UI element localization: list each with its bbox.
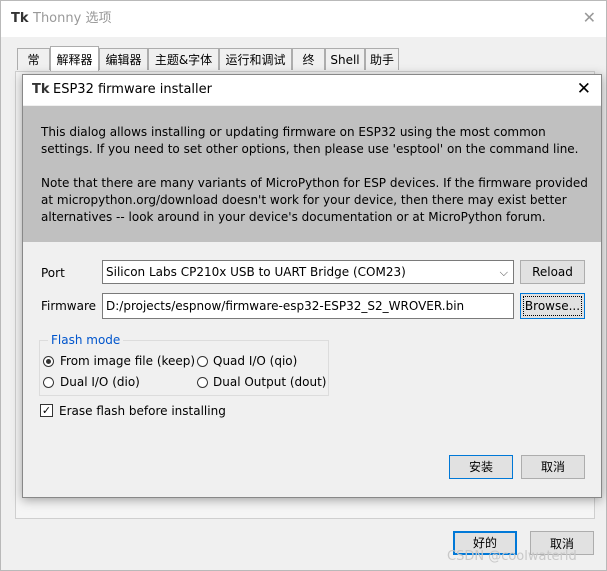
dialog-cancel-button[interactable]: 取消 bbox=[521, 455, 585, 479]
reload-button[interactable]: Reload bbox=[520, 260, 585, 284]
flash-mode-legend: Flash mode bbox=[48, 332, 124, 348]
radio-keep[interactable] bbox=[43, 356, 54, 367]
tab-general[interactable]: 常规 bbox=[17, 48, 50, 89]
port-select-value: Silicon Labs CP210x USB to UART Bridge (… bbox=[106, 265, 406, 279]
dialog-title: ESP32 firmware installer bbox=[53, 82, 212, 97]
radio-keep-label[interactable]: From image file (keep) bbox=[60, 353, 195, 369]
dialog-logo-icon: Tk bbox=[32, 82, 50, 97]
browse-button[interactable]: Browse... bbox=[520, 293, 585, 319]
outer-window-title: Thonny 选项 bbox=[33, 11, 112, 26]
tab-assistant[interactable]: 助手 bbox=[365, 48, 399, 70]
info-paragraph-1: This dialog allows installing or updatin… bbox=[41, 125, 579, 156]
erase-flash-label[interactable]: Erase flash before installing bbox=[59, 403, 226, 419]
radio-qio-label[interactable]: Quad I/O (qio) bbox=[213, 353, 297, 369]
tab-interpreter[interactable]: 解释器 bbox=[50, 46, 99, 72]
radio-dout-label[interactable]: Dual Output (dout) bbox=[213, 374, 326, 390]
firmware-path-input[interactable]: D:/projects/espnow/firmware-esp32-ESP32_… bbox=[102, 293, 514, 319]
thonny-logo-icon: Tk bbox=[11, 11, 29, 26]
info-panel: This dialog allows installing or updatin… bbox=[23, 106, 601, 242]
tab-shell[interactable]: Shell bbox=[325, 48, 365, 70]
outer-close-icon[interactable]: ✕ bbox=[583, 10, 596, 26]
install-button[interactable]: 安装 bbox=[449, 455, 513, 479]
erase-flash-checkbox[interactable]: ✓ bbox=[40, 404, 53, 417]
radio-qio[interactable] bbox=[197, 356, 208, 367]
info-paragraph-2: Note that there are many variants of Mic… bbox=[41, 176, 588, 224]
esp32-firmware-installer-dialog: Tk ESP32 firmware installer ✕ This dialo… bbox=[22, 74, 602, 498]
radio-dio-label[interactable]: Dual I/O (dio) bbox=[60, 374, 140, 390]
outer-titlebar: Tk Thonny 选项 ✕ bbox=[1, 1, 606, 37]
tab-run-debug[interactable]: 运行和调试 bbox=[219, 48, 292, 70]
radio-dio[interactable] bbox=[43, 377, 54, 388]
chevron-down-icon[interactable]: ⌵ bbox=[500, 265, 508, 281]
tab-theme-font[interactable]: 主题&字体 bbox=[148, 48, 219, 70]
dialog-titlebar: Tk ESP32 firmware installer ✕ bbox=[23, 75, 601, 105]
tab-editor[interactable]: 编辑器 bbox=[99, 48, 148, 70]
tab-terminal[interactable]: 终端 bbox=[292, 48, 325, 89]
watermark: CSDN @coolwaterld bbox=[447, 549, 577, 564]
firmware-path-value: D:/projects/espnow/firmware-esp32-ESP32_… bbox=[106, 299, 465, 313]
dialog-close-icon[interactable]: ✕ bbox=[577, 80, 591, 98]
radio-dout[interactable] bbox=[197, 377, 208, 388]
firmware-label: Firmware bbox=[41, 299, 96, 313]
port-select[interactable]: Silicon Labs CP210x USB to UART Bridge (… bbox=[102, 260, 514, 284]
port-label: Port bbox=[41, 266, 65, 280]
